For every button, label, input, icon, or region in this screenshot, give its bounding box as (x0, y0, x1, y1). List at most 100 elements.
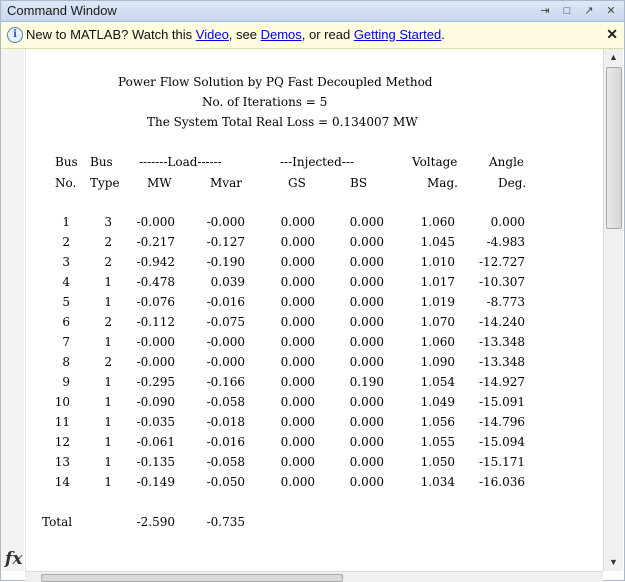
command-output[interactable]: Power Flow Solution by PQ Fast Decoupled… (25, 49, 603, 571)
load-mw: -0.135 (136, 455, 175, 469)
command-window: Command Window ⇥ □ ↗ ✕ i New to MATLAB? … (0, 0, 625, 582)
bus-type: 3 (104, 215, 112, 229)
load-mw: -0.112 (136, 315, 175, 329)
load-mvar: -0.000 (206, 335, 245, 349)
angle-deg: -13.348 (478, 335, 525, 349)
angle-deg: -4.983 (486, 235, 525, 249)
injected-gs: 0.000 (280, 315, 315, 329)
load-mw: -0.090 (136, 395, 175, 409)
injected-gs: 0.000 (280, 475, 315, 489)
load-mvar: -0.000 (206, 355, 245, 369)
bus-type: 1 (104, 335, 112, 349)
injected-gs: 0.000 (280, 295, 315, 309)
output-title: Power Flow Solution by PQ Fast Decoupled… (118, 75, 433, 89)
injected-gs: 0.000 (280, 335, 315, 349)
load-mw: -0.942 (136, 255, 175, 269)
load-mvar: -0.016 (206, 435, 245, 449)
close-icon[interactable]: ✕ (604, 4, 618, 18)
info-bar: i New to MATLAB? Watch this Video, see D… (1, 22, 624, 49)
title-bar[interactable]: Command Window ⇥ □ ↗ ✕ (1, 1, 624, 22)
bus-type: 1 (104, 395, 112, 409)
scroll-down-icon[interactable]: ▼ (609, 557, 618, 567)
minimize-icon[interactable]: ↗ (582, 4, 596, 18)
voltage-mag: 1.060 (420, 335, 455, 349)
undock-icon[interactable]: ⇥ (538, 4, 552, 18)
injected-bs: 0.000 (349, 415, 384, 429)
injected-gs: 0.000 (280, 255, 315, 269)
bus-no: 7 (62, 335, 70, 349)
load-mvar: -0.166 (206, 375, 245, 389)
voltage-mag: 1.017 (420, 275, 455, 289)
injected-gs: 0.000 (280, 455, 315, 469)
voltage-mag: 1.045 (420, 235, 455, 249)
window-controls: ⇥ □ ↗ ✕ (538, 4, 618, 18)
maximize-icon[interactable]: □ (560, 4, 574, 18)
injected-bs: 0.000 (349, 455, 384, 469)
bus-no: 1 (62, 215, 70, 229)
bus-no: 10 (54, 395, 70, 409)
angle-deg: -16.036 (478, 475, 525, 489)
load-mw: -0.295 (136, 375, 175, 389)
angle-deg: -15.091 (478, 395, 525, 409)
header-mag: Mag. (427, 176, 458, 190)
vertical-scrollbar[interactable]: ▲ ▼ (603, 49, 623, 571)
angle-deg: 0.000 (490, 215, 525, 229)
load-mvar: -0.018 (206, 415, 245, 429)
bus-type: 1 (104, 475, 112, 489)
horizontal-scrollbar[interactable] (25, 571, 603, 582)
load-mvar: -0.190 (206, 255, 245, 269)
injected-gs: 0.000 (280, 415, 315, 429)
load-mw: -0.076 (136, 295, 175, 309)
injected-bs: 0.000 (349, 315, 384, 329)
getting-started-link[interactable]: Getting Started (354, 27, 441, 42)
voltage-mag: 1.034 (420, 475, 455, 489)
bus-type: 1 (104, 275, 112, 289)
angle-deg: -15.094 (478, 435, 525, 449)
load-mw: -0.035 (136, 415, 175, 429)
load-mvar: -0.075 (206, 315, 245, 329)
injected-gs: 0.000 (280, 375, 315, 389)
injected-bs: 0.000 (349, 235, 384, 249)
angle-deg: -8.773 (486, 295, 525, 309)
bus-no: 11 (54, 415, 70, 429)
load-mvar: -0.000 (206, 215, 245, 229)
header-angle: Angle (489, 155, 525, 169)
bus-type: 1 (104, 435, 112, 449)
header-injected: ---Injected--- (280, 155, 354, 169)
scroll-up-icon[interactable]: ▲ (609, 52, 618, 62)
output-iterations: No. of Iterations = 5 (202, 95, 328, 109)
bus-type: 1 (104, 375, 112, 389)
header-bus-2: Bus (90, 155, 113, 169)
header-voltage: Voltage (412, 155, 458, 169)
angle-deg: -12.727 (478, 255, 525, 269)
header-gs: GS (288, 176, 306, 190)
bus-no: 2 (62, 235, 70, 249)
injected-gs: 0.000 (280, 395, 315, 409)
injected-bs: 0.000 (349, 335, 384, 349)
bus-type: 1 (104, 295, 112, 309)
info-icon: i (7, 27, 23, 43)
bus-no: 5 (62, 295, 70, 309)
injected-bs: 0.000 (349, 275, 384, 289)
video-link[interactable]: Video (196, 27, 229, 42)
angle-deg: -15.171 (478, 455, 525, 469)
voltage-mag: 1.060 (420, 215, 455, 229)
voltage-mag: 1.049 (420, 395, 455, 409)
total-mvar: -0.735 (206, 515, 245, 529)
info-message: New to MATLAB? Watch this Video, see Dem… (26, 27, 445, 42)
load-mw: -0.217 (136, 235, 175, 249)
load-mvar: -0.016 (206, 295, 245, 309)
angle-deg: -13.348 (478, 355, 525, 369)
voltage-mag: 1.055 (420, 435, 455, 449)
vertical-scroll-thumb[interactable] (606, 67, 622, 229)
injected-gs: 0.000 (280, 215, 315, 229)
demos-link[interactable]: Demos (261, 27, 302, 42)
angle-deg: -14.796 (478, 415, 525, 429)
window-title: Command Window (7, 3, 117, 18)
bus-type: 2 (104, 315, 112, 329)
load-mvar: -0.050 (206, 475, 245, 489)
injected-gs: 0.000 (280, 435, 315, 449)
infobar-close-icon[interactable]: ✕ (606, 26, 618, 43)
prompt-gutter (1, 49, 24, 571)
function-browser-icon[interactable]: fx (5, 549, 22, 569)
